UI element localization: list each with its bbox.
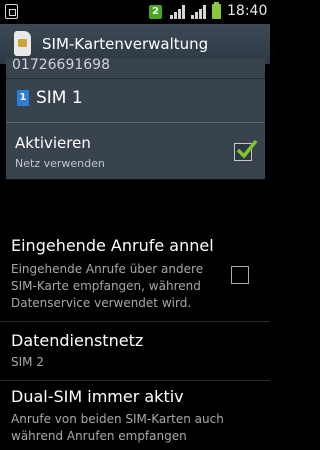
incoming-calls-checkbox[interactable] (231, 266, 249, 284)
phone-number: 01726691698 (12, 57, 110, 73)
activate-subtitle: Netz verwenden (15, 157, 105, 170)
sim1-badge-icon: 1 (17, 90, 29, 106)
sim2-indicator-badge: 2 (149, 5, 162, 19)
activate-title[interactable]: Aktivieren (15, 134, 91, 152)
check-icon (236, 139, 258, 159)
signal-sim2-icon (191, 5, 206, 19)
clock: 18:40 (227, 3, 268, 19)
divider (0, 321, 270, 322)
sim1-card: 01726691698 1 SIM 1 Aktivieren Netz verw… (6, 57, 265, 179)
pref-summary-line: Datenservice verwendet wird. (11, 296, 192, 310)
pref-summary-line: Eingehende Anrufe über andere (11, 262, 204, 276)
sim-name-label: SIM 1 (36, 88, 83, 108)
pref-summary-line: während Anrufen empfangen (11, 429, 187, 443)
activate-checkbox[interactable] (234, 139, 258, 161)
sim-card-icon[interactable] (14, 31, 31, 56)
page-title: SIM-Kartenverwaltung (42, 35, 209, 53)
pref-summary-line: Anrufe von beiden SIM-Karten auch (11, 412, 224, 426)
divider (6, 122, 265, 123)
pref-title-data-network: Datendienstnetz (11, 331, 144, 350)
pref-summary-line: SIM 2 (11, 355, 44, 369)
sd-card-icon (5, 4, 18, 19)
pref-summary-line: SIM-Karte empfangen, während (11, 279, 201, 293)
battery-icon (212, 2, 221, 19)
status-bar: 2 18:40 (0, 0, 270, 24)
signal-sim1-icon (170, 5, 185, 19)
sim1-header-row[interactable]: 1 SIM 1 (6, 78, 265, 119)
pref-title-incoming-calls: Eingehende Anrufe annel (11, 236, 214, 255)
pref-title-dual-sim: Dual-SIM immer aktiv (11, 387, 184, 406)
divider (0, 380, 270, 381)
